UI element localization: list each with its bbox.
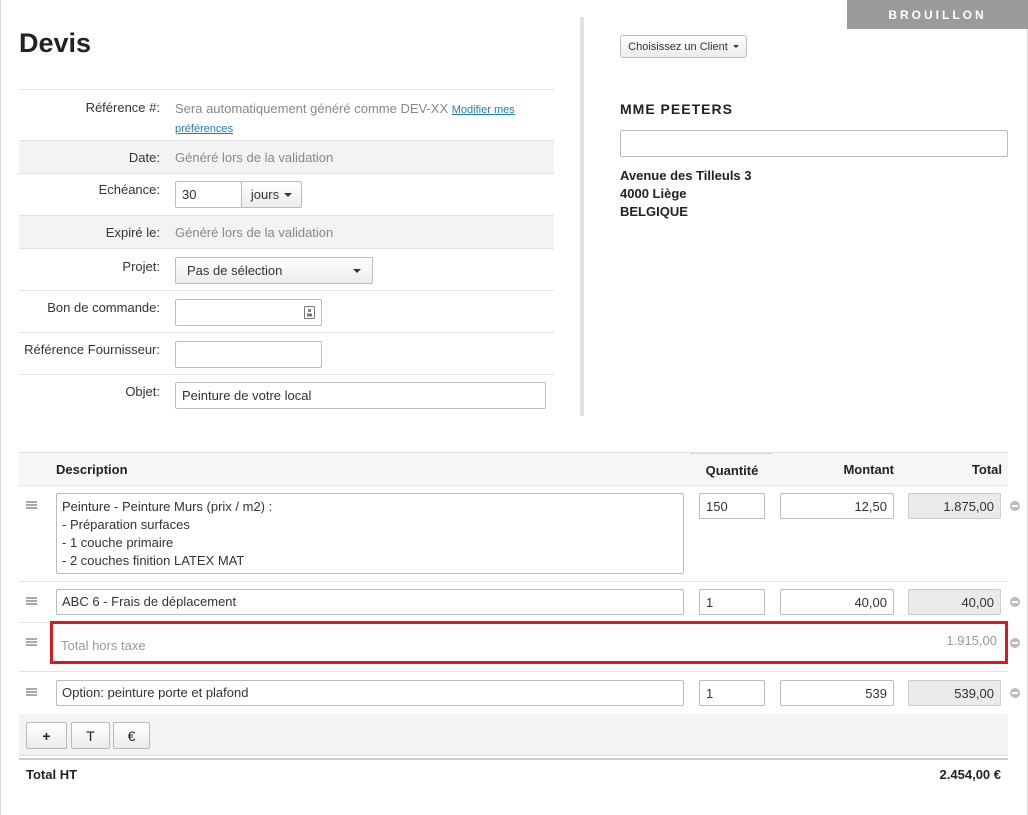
projet-select[interactable]: Pas de sélection <box>175 257 373 284</box>
echeance-input[interactable]: 30 <box>175 181 242 208</box>
line-quantity-input[interactable]: 1 <box>699 680 765 706</box>
address-line: Avenue des Tilleuls 3 <box>620 168 752 183</box>
line-total-value: 40,00 <box>908 589 1001 615</box>
line-total-value: 1.875,00 <box>908 493 1001 519</box>
caret-down-icon <box>353 268 361 273</box>
quote-form: Référence #: Sera automatiquement généré… <box>19 89 554 419</box>
date-value: Généré lors de la validation <box>175 150 334 165</box>
line-total-value: 539,00 <box>908 680 1001 706</box>
client-name: MME PEETERS <box>620 101 733 117</box>
preferences-link[interactable]: préférences <box>175 123 233 135</box>
remove-line-icon[interactable] <box>1010 501 1020 511</box>
echeance-unit-label: jours <box>250 187 280 202</box>
client-address: Avenue des Tilleuls 3 4000 Liège BELGIQU… <box>620 167 752 221</box>
line-quantity-input[interactable]: 150 <box>699 493 765 519</box>
objet-input[interactable]: Peinture de votre local <box>175 382 546 409</box>
table-row: ABC 6 - Frais de déplacement 1 40,00 40,… <box>19 582 1020 623</box>
column-divider <box>580 17 584 416</box>
header-amount: Montant <box>843 462 894 477</box>
drag-handle-icon[interactable] <box>26 597 37 605</box>
subtotal-value: 1.915,00 <box>946 633 997 648</box>
page-border <box>0 0 1 815</box>
date-label: Date: <box>128 150 160 165</box>
caret-down-icon <box>284 192 293 197</box>
echeance-unit-dropdown[interactable]: jours <box>241 181 302 208</box>
expire-label: Expiré le: <box>105 225 160 240</box>
description-line: - Préparation surfaces <box>62 517 190 532</box>
subtotal-label: Total hors taxe <box>61 638 146 653</box>
add-line-button[interactable]: + <box>26 722 67 749</box>
expire-value: Généré lors de la validation <box>175 225 334 240</box>
modify-preferences-link[interactable]: Modifier mes <box>452 104 515 116</box>
projet-label: Projet: <box>122 259 160 274</box>
remove-line-icon[interactable] <box>1010 638 1020 648</box>
address-line: 4000 Liège <box>620 186 687 201</box>
remove-line-icon[interactable] <box>1010 688 1020 698</box>
line-description-textarea[interactable]: Peinture - Peinture Murs (prix / m2) : -… <box>56 493 684 574</box>
form-row-objet: Objet: Peinture de votre local <box>19 375 554 419</box>
description-line: - 2 couches finition LATEX MAT <box>62 553 245 568</box>
header-description: Description <box>56 462 128 477</box>
form-row-reference: Référence #: Sera automatiquement généré… <box>19 90 554 141</box>
drag-handle-icon[interactable] <box>26 688 37 696</box>
add-subtotal-button[interactable]: € <box>113 722 150 749</box>
bon-commande-label: Bon de commande: <box>47 300 160 315</box>
table-row: Peinture - Peinture Murs (prix / m2) : -… <box>19 486 1020 582</box>
reference-label: Référence #: <box>85 100 160 115</box>
status-ribbon: BROUILLON <box>847 0 1028 29</box>
header-quantity: Quantité <box>691 453 773 478</box>
echeance-label: Echéance: <box>98 182 160 197</box>
client-contact-input[interactable] <box>620 130 1008 157</box>
totals-divider <box>19 758 1008 760</box>
ref-fournisseur-input[interactable] <box>175 341 322 368</box>
line-amount-input[interactable]: 40,00 <box>780 589 894 615</box>
form-row-projet: Projet: Pas de sélection <box>19 249 554 291</box>
total-ht-label: Total HT <box>26 767 78 782</box>
description-line: - 1 couche primaire <box>62 535 174 550</box>
address-line: BELGIQUE <box>620 204 688 219</box>
lines-table-header: Description Quantité Montant Total <box>19 452 1008 486</box>
line-quantity-input[interactable]: 1 <box>699 589 765 615</box>
projet-value: Pas de sélection <box>187 263 283 278</box>
form-row-bon-commande: Bon de commande: <box>19 291 554 333</box>
line-amount-input[interactable]: 539 <box>780 680 894 706</box>
add-text-line-button[interactable]: T <box>71 722 110 749</box>
total-ht-value: 2.454,00 € <box>939 767 1001 782</box>
form-row-date: Date: Généré lors de la validation <box>19 141 554 174</box>
ref-fournisseur-label: Référence Fournisseur: <box>24 342 160 357</box>
bon-commande-input[interactable] <box>175 299 322 326</box>
drag-handle-icon[interactable] <box>26 638 37 646</box>
drag-handle-icon[interactable] <box>26 501 37 509</box>
caret-down-icon <box>732 45 739 48</box>
line-description-input[interactable]: ABC 6 - Frais de déplacement <box>56 589 684 615</box>
quote-page: BROUILLON Devis Référence #: Sera automa… <box>0 0 1028 815</box>
choose-client-dropdown[interactable]: Choisissez un Client <box>620 35 747 58</box>
description-line: Peinture - Peinture Murs (prix / m2) : <box>62 499 273 514</box>
subtotal-highlight: Total hors taxe 1.915,00 <box>50 621 1008 664</box>
choose-client-label: Choisissez un Client <box>628 40 728 53</box>
objet-label: Objet: <box>125 384 160 399</box>
lines-toolbar: + T € <box>19 714 1008 756</box>
remove-line-icon[interactable] <box>1010 597 1020 607</box>
table-row: Option: peinture porte et plafond 1 539 … <box>19 672 1020 714</box>
line-description-input[interactable]: Option: peinture porte et plafond <box>56 680 684 706</box>
contact-card-icon <box>304 306 315 319</box>
form-row-echeance: Echéance: 30 jours <box>19 174 554 216</box>
reference-value: Sera automatiquement généré comme DEV-XX… <box>175 100 535 138</box>
page-title: Devis <box>19 28 92 58</box>
form-row-ref-fournisseur: Référence Fournisseur: <box>19 333 554 375</box>
line-amount-input[interactable]: 12,50 <box>780 493 894 519</box>
header-total: Total <box>971 462 1002 477</box>
reference-text: Sera automatiquement généré comme DEV-XX <box>175 101 449 116</box>
form-row-expire: Expiré le: Généré lors de la validation <box>19 216 554 249</box>
